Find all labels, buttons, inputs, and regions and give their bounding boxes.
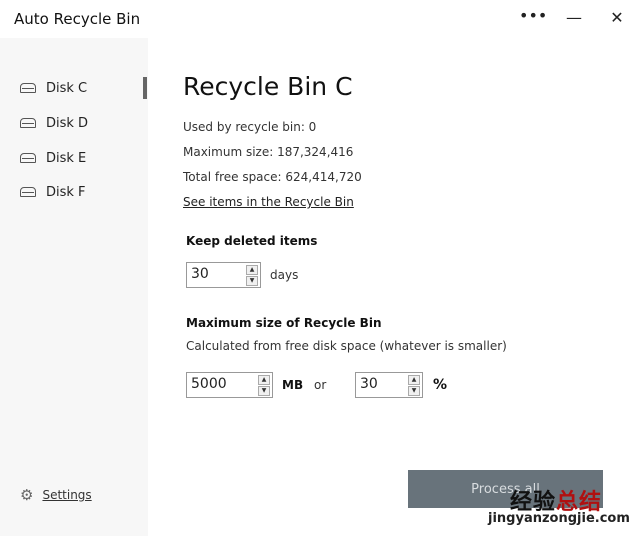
sidebar-item-label: Disk E xyxy=(46,150,87,166)
selection-indicator xyxy=(143,77,147,99)
up-arrow-icon[interactable]: ▲ xyxy=(246,265,258,275)
gear-icon: ⚙ xyxy=(20,486,34,504)
free-space: Total free space: 624,414,720 xyxy=(183,170,362,184)
more-icon[interactable]: ••• xyxy=(519,6,547,25)
sidebar-item-label: Disk D xyxy=(46,115,89,131)
settings-link[interactable]: ⚙ Settings xyxy=(20,486,92,504)
app-title: Auto Recycle Bin xyxy=(14,10,141,28)
down-arrow-icon[interactable]: ▼ xyxy=(258,386,270,396)
see-items-link[interactable]: See items in the Recycle Bin xyxy=(183,195,354,209)
page-title: Recycle Bin C xyxy=(183,72,353,101)
max-size-description: Calculated from free disk space (whateve… xyxy=(186,339,507,353)
mb-unit: MB xyxy=(282,378,304,392)
sidebar-item-label: Disk C xyxy=(46,80,88,96)
mb-stepper[interactable]: 5000 ▲ ▼ xyxy=(186,372,273,398)
sidebar-item-disk-c[interactable]: Disk C xyxy=(20,77,87,99)
percent-unit: % xyxy=(433,377,448,393)
watermark-site: jingyanzongjie.com xyxy=(488,511,630,526)
drive-icon xyxy=(20,153,36,163)
drive-icon xyxy=(20,83,36,93)
drive-icon xyxy=(20,118,36,128)
max-size-label: Maximum size of Recycle Bin xyxy=(186,316,382,330)
percent-stepper[interactable]: 30 ▲ ▼ xyxy=(355,372,423,398)
down-arrow-icon[interactable]: ▼ xyxy=(246,276,258,286)
mb-value[interactable]: 5000 xyxy=(191,376,227,392)
minimize-button[interactable]: — xyxy=(564,8,584,27)
down-arrow-icon[interactable]: ▼ xyxy=(408,386,420,396)
max-size: Maximum size: 187,324,416 xyxy=(183,145,354,159)
used-size: Used by recycle bin: 0 xyxy=(183,120,317,134)
title-bar: Auto Recycle Bin ••• — ✕ xyxy=(0,0,640,38)
sidebar-item-disk-f[interactable]: Disk F xyxy=(20,181,86,203)
sidebar-item-disk-d[interactable]: Disk D xyxy=(20,112,88,134)
settings-label: Settings xyxy=(42,488,92,502)
keep-days-value[interactable]: 30 xyxy=(191,266,209,282)
up-arrow-icon[interactable]: ▲ xyxy=(408,375,420,385)
days-unit: days xyxy=(270,268,299,282)
keep-deleted-label: Keep deleted items xyxy=(186,234,318,248)
or-label: or xyxy=(314,378,327,392)
sidebar-item-label: Disk F xyxy=(46,184,86,200)
percent-value[interactable]: 30 xyxy=(360,376,378,392)
up-arrow-icon[interactable]: ▲ xyxy=(258,375,270,385)
close-button[interactable]: ✕ xyxy=(607,8,627,27)
drive-icon xyxy=(20,187,36,197)
sidebar-item-disk-e[interactable]: Disk E xyxy=(20,147,86,169)
keep-days-stepper[interactable]: 30 ▲ ▼ xyxy=(186,262,261,288)
